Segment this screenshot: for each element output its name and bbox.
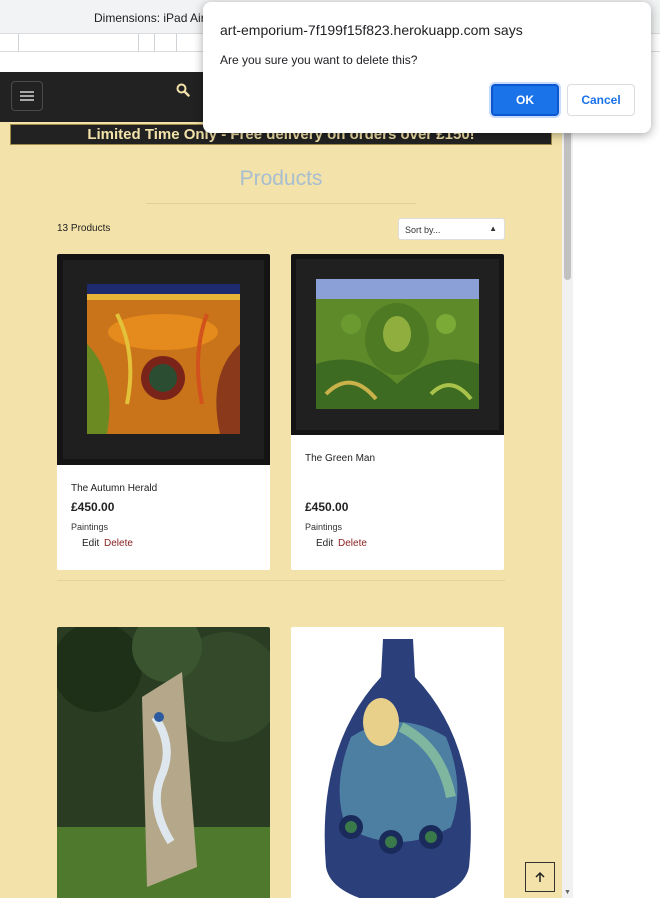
- scroll-down-arrow-icon[interactable]: ▼: [564, 889, 571, 896]
- product-name[interactable]: The Autumn Herald: [71, 483, 157, 494]
- cancel-button[interactable]: Cancel: [567, 84, 635, 116]
- page-scrollbar[interactable]: ▼: [562, 72, 573, 898]
- edit-link[interactable]: Edit: [316, 538, 333, 549]
- sort-select[interactable]: Sort by... ▲︎: [398, 218, 505, 240]
- product-count: 13 Products: [57, 223, 111, 234]
- title-divider: [146, 203, 416, 204]
- scrollbar-thumb[interactable]: [564, 130, 571, 280]
- delete-link[interactable]: Delete: [104, 538, 133, 549]
- delete-link[interactable]: Delete: [338, 538, 367, 549]
- select-caret-icon: ▲︎: [489, 224, 497, 233]
- back-to-top-button[interactable]: [525, 862, 555, 892]
- product-image[interactable]: [291, 254, 504, 435]
- product-card[interactable]: The Autumn Herald £450.00 Paintings Edit…: [57, 254, 270, 570]
- product-card[interactable]: [57, 627, 270, 898]
- product-image[interactable]: [57, 254, 270, 465]
- arrow-up-icon: [535, 871, 545, 882]
- product-category[interactable]: Paintings: [71, 522, 108, 532]
- product-category[interactable]: Paintings: [305, 522, 342, 532]
- product-image[interactable]: [57, 627, 270, 898]
- device-dimensions-label[interactable]: Dimensions: iPad Air: [94, 11, 205, 25]
- confirm-dialog: art-emporium-7f199f15f823.herokuapp.com …: [203, 2, 651, 133]
- product-price: £450.00: [71, 500, 115, 514]
- ok-button[interactable]: OK: [491, 84, 559, 116]
- product-name[interactable]: The Green Man: [305, 453, 375, 464]
- product-price: £450.00: [305, 500, 349, 514]
- dialog-origin: art-emporium-7f199f15f823.herokuapp.com …: [220, 22, 523, 38]
- product-card[interactable]: [291, 627, 504, 898]
- page-title: Products: [239, 167, 323, 190]
- product-card[interactable]: The Green Man £450.00 Paintings Edit Del…: [291, 254, 504, 570]
- row-divider: [57, 580, 505, 581]
- hamburger-icon: [20, 91, 34, 101]
- product-image[interactable]: [291, 627, 504, 898]
- dialog-message: Are you sure you want to delete this?: [220, 53, 418, 67]
- edit-link[interactable]: Edit: [82, 538, 99, 549]
- menu-toggle-button[interactable]: [11, 81, 43, 111]
- sort-select-value: Sort by...: [405, 225, 441, 235]
- site-viewport: Limited Time Only - Free delivery on ord…: [0, 72, 573, 898]
- search-icon[interactable]: [176, 83, 190, 97]
